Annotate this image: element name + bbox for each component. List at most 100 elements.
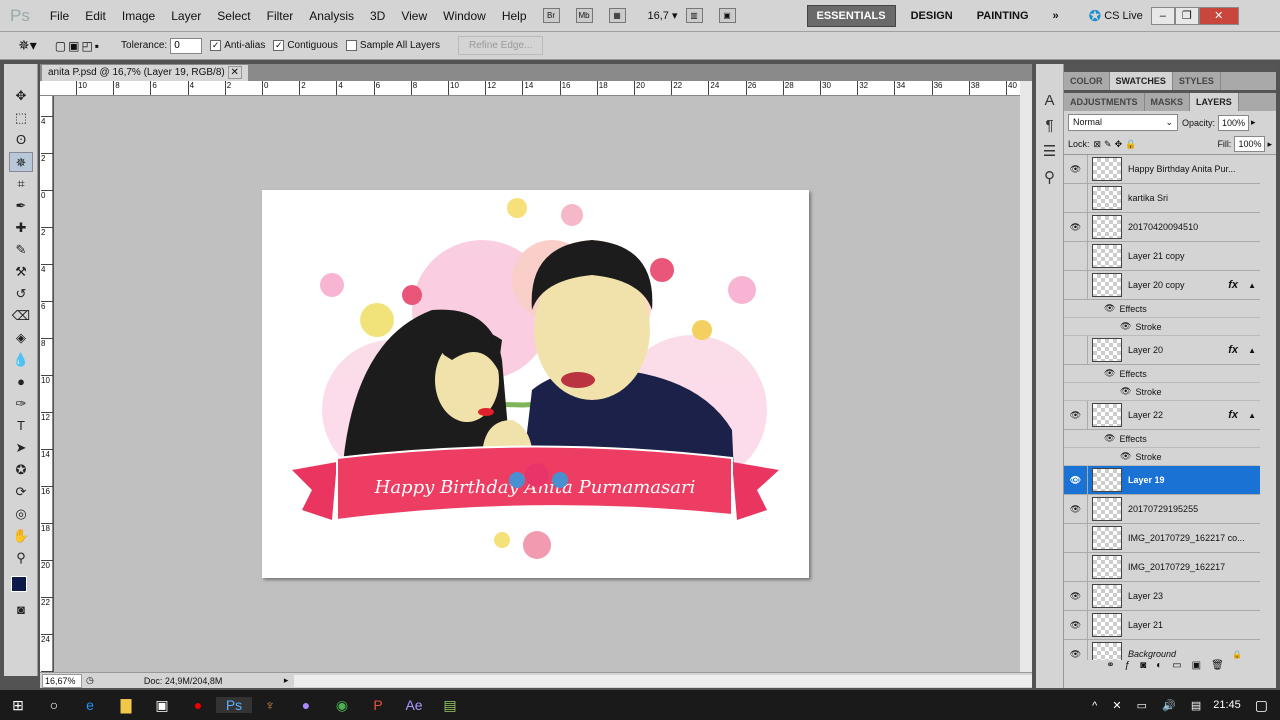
- store-icon[interactable]: ▣: [144, 697, 180, 714]
- zoom-tool-icon[interactable]: ⚲: [9, 548, 33, 568]
- file-explorer-icon[interactable]: ▇: [108, 697, 144, 714]
- layer-effect-effects[interactable]: 👁 Effects: [1064, 300, 1260, 318]
- tab-masks[interactable]: MASKS: [1145, 93, 1191, 111]
- layer-row[interactable]: 👁 Layer 21: [1064, 610, 1260, 640]
- tab-adjustments[interactable]: ADJUSTMENTS: [1064, 93, 1145, 111]
- cortana-icon[interactable]: ○: [36, 697, 72, 713]
- system-tray-icons[interactable]: ^ ✕ ▭ 🔊 ▤: [1092, 699, 1207, 712]
- screen-mode-button[interactable]: ▣: [718, 8, 736, 23]
- workspace-design[interactable]: DESIGN: [902, 6, 962, 26]
- blur-tool-icon[interactable]: 💧: [9, 350, 33, 370]
- menu-layer[interactable]: Layer: [163, 9, 209, 23]
- dodge-tool-icon[interactable]: ●: [9, 372, 33, 392]
- chrome-icon[interactable]: ◉: [324, 697, 360, 714]
- contiguous-checkbox[interactable]: ✓ Contiguous: [273, 40, 338, 51]
- eye-icon[interactable]: 👁: [1104, 433, 1115, 444]
- layer-row[interactable]: kartika Sri: [1064, 183, 1260, 213]
- fill-input[interactable]: 100%: [1234, 136, 1266, 152]
- workspace-essentials[interactable]: ESSENTIALS: [806, 4, 896, 27]
- visibility-toggle[interactable]: [1064, 335, 1088, 365]
- visibility-toggle[interactable]: 👁: [1064, 494, 1088, 524]
- tab-swatches[interactable]: SWATCHES: [1109, 72, 1173, 90]
- layer-row[interactable]: IMG_20170729_162217 co...: [1064, 523, 1260, 553]
- selection-mode-icons[interactable]: ▢▣◰▪: [55, 39, 101, 53]
- artwork[interactable]: Happy Birthday Anita Purnamasari: [262, 190, 809, 578]
- layer-row[interactable]: 👁 Layer 19: [1064, 465, 1260, 495]
- clone-source-icon[interactable]: ⚲: [1036, 168, 1063, 186]
- foreground-color-swatch[interactable]: [11, 576, 27, 592]
- layer-row[interactable]: 👁 20170729195255: [1064, 494, 1260, 524]
- start-icon[interactable]: ⊞: [0, 697, 36, 714]
- history-brush-icon[interactable]: ↺: [9, 284, 33, 304]
- visibility-toggle[interactable]: [1064, 523, 1088, 553]
- pen-tool-icon[interactable]: ✑: [9, 394, 33, 414]
- clone-stamp-icon[interactable]: ⚒: [9, 262, 33, 282]
- visibility-toggle[interactable]: 👁: [1064, 581, 1088, 611]
- 3d-orbit-icon[interactable]: ◎: [9, 504, 33, 524]
- eraser-tool-icon[interactable]: ⌫: [9, 306, 33, 326]
- status-menu-arrow[interactable]: ▸: [284, 675, 289, 686]
- paint-bucket-icon[interactable]: ◈: [9, 328, 33, 348]
- blend-mode-select[interactable]: Normal ⌄: [1068, 114, 1178, 131]
- paragraph-panel-icon[interactable]: ¶: [1036, 117, 1063, 134]
- layer-effect-effects[interactable]: 👁 Effects: [1064, 430, 1260, 448]
- zoom-field[interactable]: 16,67%: [42, 673, 82, 688]
- magic-wand-tool-icon[interactable]: ✵: [9, 152, 33, 172]
- path-selection-icon[interactable]: ➤: [9, 438, 33, 458]
- visibility-toggle[interactable]: [1064, 241, 1088, 271]
- eye-icon[interactable]: 👁: [1120, 321, 1131, 332]
- layers-panel-footer-icons[interactable]: ⚭ƒ◙◐▭▣🗑: [1064, 660, 1276, 676]
- menu-window[interactable]: Window: [435, 9, 494, 23]
- view-extras-button[interactable]: ▦: [608, 8, 626, 23]
- more-workspaces-button[interactable]: »: [1044, 6, 1068, 26]
- layer-effect-effects[interactable]: 👁 Effects: [1064, 365, 1260, 383]
- menu-help[interactable]: Help: [494, 9, 535, 23]
- visibility-toggle[interactable]: 👁: [1064, 155, 1088, 184]
- visibility-toggle[interactable]: [1064, 183, 1088, 213]
- collapse-effects-icon[interactable]: ▲: [1248, 346, 1256, 355]
- zoom-level-dropdown[interactable]: 16,7 ▾: [648, 9, 678, 22]
- opacity-input[interactable]: 100%: [1218, 114, 1250, 131]
- layer-row[interactable]: 👁 Layer 23: [1064, 581, 1260, 611]
- layer-row[interactable]: 👁 Happy Birthday Anita Pur...: [1064, 155, 1260, 184]
- visibility-toggle[interactable]: 👁: [1064, 465, 1088, 495]
- app-green-icon[interactable]: ▤: [432, 697, 468, 714]
- layer-row[interactable]: Layer 20 fx ▲: [1064, 335, 1260, 365]
- eyedropper-tool-icon[interactable]: ✒: [9, 196, 33, 216]
- mini-bridge-button[interactable]: Mb: [575, 8, 593, 23]
- move-tool-icon[interactable]: ✥: [9, 86, 33, 106]
- eye-icon[interactable]: 👁: [1120, 386, 1131, 397]
- eye-icon[interactable]: 👁: [1104, 368, 1115, 379]
- marquee-tool-icon[interactable]: ⬚: [9, 108, 33, 128]
- lasso-tool-icon[interactable]: ʘ: [9, 130, 33, 150]
- menu-file[interactable]: File: [42, 9, 77, 23]
- app-red-icon[interactable]: ●: [180, 697, 216, 713]
- eye-icon[interactable]: 👁: [1120, 451, 1131, 462]
- menu-filter[interactable]: Filter: [259, 9, 302, 23]
- close-tab-icon[interactable]: ✕: [227, 66, 242, 79]
- menu-edit[interactable]: Edit: [77, 9, 114, 23]
- edge-icon[interactable]: e: [72, 697, 108, 713]
- brush-presets-icon[interactable]: ☰: [1036, 142, 1063, 160]
- eye-icon[interactable]: 👁: [1104, 303, 1115, 314]
- minimize-button[interactable]: –: [1150, 6, 1175, 25]
- layer-row[interactable]: IMG_20170729_162217: [1064, 552, 1260, 582]
- menu-view[interactable]: View: [393, 9, 435, 23]
- hand-tool-icon[interactable]: ✋: [9, 526, 33, 546]
- workspace-painting[interactable]: PAINTING: [968, 6, 1038, 26]
- character-panel-icon[interactable]: A: [1036, 92, 1063, 109]
- brush-tool-icon[interactable]: ✎: [9, 240, 33, 260]
- close-button[interactable]: ✕: [1198, 6, 1239, 25]
- fill-slider-arrow[interactable]: ▸: [1267, 139, 1272, 150]
- layer-effect-stroke[interactable]: 👁 Stroke: [1064, 383, 1260, 401]
- shape-tool-icon[interactable]: ✪: [9, 460, 33, 480]
- 3d-rotate-icon[interactable]: ⟳: [9, 482, 33, 502]
- quick-mask-icon[interactable]: ◙: [9, 600, 33, 620]
- layer-effect-stroke[interactable]: 👁 Stroke: [1064, 448, 1260, 466]
- visibility-toggle[interactable]: 👁: [1064, 400, 1088, 430]
- visibility-toggle[interactable]: 👁: [1064, 639, 1088, 660]
- vertical-scrollbar[interactable]: [1020, 81, 1032, 672]
- visibility-toggle[interactable]: 👁: [1064, 212, 1088, 242]
- arrange-documents-button[interactable]: ▥: [685, 8, 703, 23]
- visibility-toggle[interactable]: [1064, 270, 1088, 300]
